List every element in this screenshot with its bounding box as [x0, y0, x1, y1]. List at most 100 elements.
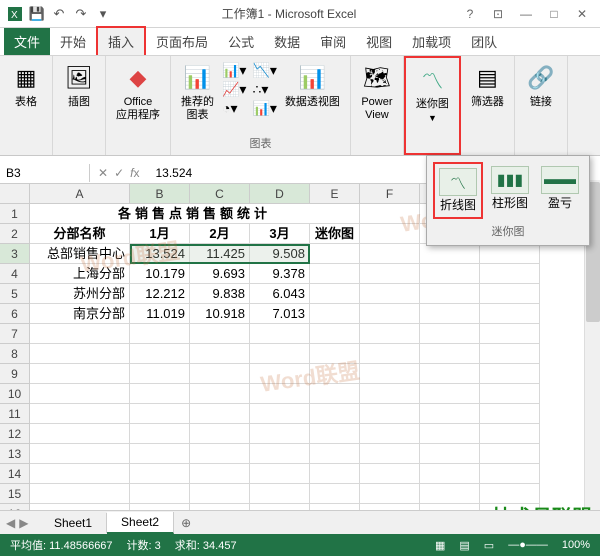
cell[interactable]: 各销售点销售额统计	[30, 204, 360, 224]
row-header[interactable]: 3	[0, 244, 30, 264]
cell[interactable]	[250, 484, 310, 504]
cell[interactable]: 13.524	[130, 244, 190, 264]
cell[interactable]: 12.212	[130, 284, 190, 304]
cell[interactable]	[30, 444, 130, 464]
cell[interactable]	[130, 404, 190, 424]
cell[interactable]	[360, 204, 420, 224]
undo-icon[interactable]: ↶	[50, 5, 68, 23]
ribbon-options-icon[interactable]: ⊡	[488, 4, 508, 24]
view-break-icon[interactable]: ▭	[484, 539, 494, 552]
view-layout-icon[interactable]: ▤	[459, 539, 469, 552]
cell[interactable]	[130, 384, 190, 404]
row-header[interactable]: 5	[0, 284, 30, 304]
name-box[interactable]: B3	[0, 164, 90, 182]
tab-file[interactable]: 文件	[4, 28, 50, 55]
cell[interactable]	[250, 324, 310, 344]
cell[interactable]: 10.179	[130, 264, 190, 284]
cell[interactable]	[420, 344, 480, 364]
cell[interactable]	[250, 344, 310, 364]
cell[interactable]	[190, 444, 250, 464]
cell[interactable]	[190, 364, 250, 384]
row-header[interactable]: 6	[0, 304, 30, 324]
chart-area-icon[interactable]: 📉▾	[252, 62, 276, 79]
column-header[interactable]: F	[360, 184, 420, 203]
cell[interactable]	[480, 264, 540, 284]
cell[interactable]	[360, 464, 420, 484]
cell[interactable]: 9.508	[250, 244, 310, 264]
cell[interactable]: 苏州分部	[30, 284, 130, 304]
cell[interactable]	[480, 344, 540, 364]
cell[interactable]	[190, 404, 250, 424]
chart-pie-icon[interactable]: ◔▾	[222, 100, 246, 117]
cell[interactable]: 9.693	[190, 264, 250, 284]
cell[interactable]	[310, 284, 360, 304]
cells-grid[interactable]: 各销售点销售额统计分部名称1月2月3月迷你图总部销售中心13.52411.425…	[30, 204, 600, 524]
cell[interactable]	[310, 344, 360, 364]
power-view-button[interactable]: 🗺 Power View	[357, 60, 397, 124]
tab-home[interactable]: 开始	[50, 28, 96, 55]
cell[interactable]	[30, 364, 130, 384]
cell[interactable]	[310, 484, 360, 504]
tab-insert[interactable]: 插入	[96, 26, 146, 55]
table-button[interactable]: ▦ 表格	[6, 60, 46, 111]
cell[interactable]	[130, 464, 190, 484]
enter-formula-icon[interactable]: ✓	[114, 166, 124, 180]
cell[interactable]	[250, 364, 310, 384]
cell[interactable]	[190, 464, 250, 484]
cell[interactable]	[250, 464, 310, 484]
cell[interactable]	[480, 304, 540, 324]
cell[interactable]	[480, 404, 540, 424]
cell[interactable]	[360, 224, 420, 244]
cell[interactable]	[30, 424, 130, 444]
cell[interactable]	[360, 244, 420, 264]
sparkline-button[interactable]: 〽 迷你图 ▼	[412, 62, 453, 125]
cell[interactable]	[130, 344, 190, 364]
cell[interactable]	[360, 364, 420, 384]
column-header[interactable]: B	[130, 184, 190, 203]
cell[interactable]	[420, 444, 480, 464]
cell[interactable]	[250, 384, 310, 404]
cell[interactable]	[190, 324, 250, 344]
cell[interactable]	[30, 404, 130, 424]
cell[interactable]	[420, 464, 480, 484]
sheet-nav-prev-icon[interactable]: ◀	[6, 516, 15, 530]
cell[interactable]: 上海分部	[30, 264, 130, 284]
cell[interactable]	[310, 404, 360, 424]
row-header[interactable]: 4	[0, 264, 30, 284]
cell[interactable]	[130, 484, 190, 504]
save-icon[interactable]: 💾	[28, 5, 46, 23]
cell[interactable]	[130, 424, 190, 444]
cell[interactable]	[360, 484, 420, 504]
cell[interactable]	[420, 264, 480, 284]
row-header[interactable]: 12	[0, 424, 30, 444]
cell[interactable]	[480, 284, 540, 304]
cell[interactable]	[190, 484, 250, 504]
tab-layout[interactable]: 页面布局	[146, 28, 218, 55]
cell[interactable]	[480, 244, 540, 264]
cell[interactable]	[360, 324, 420, 344]
sheet-nav-next-icon[interactable]: ▶	[19, 516, 28, 530]
column-header[interactable]: E	[310, 184, 360, 203]
cell[interactable]	[310, 364, 360, 384]
maximize-icon[interactable]: □	[544, 4, 564, 24]
zoom-slider[interactable]: —●——	[508, 539, 548, 551]
cell[interactable]	[250, 444, 310, 464]
row-header[interactable]: 1	[0, 204, 30, 224]
chart-bar-icon[interactable]: 📊▾	[222, 62, 246, 79]
cell[interactable]	[420, 404, 480, 424]
row-header[interactable]: 14	[0, 464, 30, 484]
fx-icon[interactable]: fx	[130, 166, 139, 180]
cell[interactable]	[310, 304, 360, 324]
tab-team[interactable]: 团队	[461, 28, 507, 55]
cell[interactable]: 2月	[190, 224, 250, 244]
cell[interactable]	[420, 384, 480, 404]
chart-scatter-icon[interactable]: ∴▾	[252, 81, 276, 98]
cell[interactable]	[360, 264, 420, 284]
illustration-button[interactable]: 🖼 插图	[59, 60, 99, 111]
cell[interactable]	[30, 384, 130, 404]
zoom-level[interactable]: 100%	[562, 539, 590, 551]
chart-line-icon[interactable]: 📈▾	[222, 81, 246, 98]
cancel-formula-icon[interactable]: ✕	[98, 166, 108, 180]
cell[interactable]	[360, 284, 420, 304]
redo-icon[interactable]: ↷	[72, 5, 90, 23]
